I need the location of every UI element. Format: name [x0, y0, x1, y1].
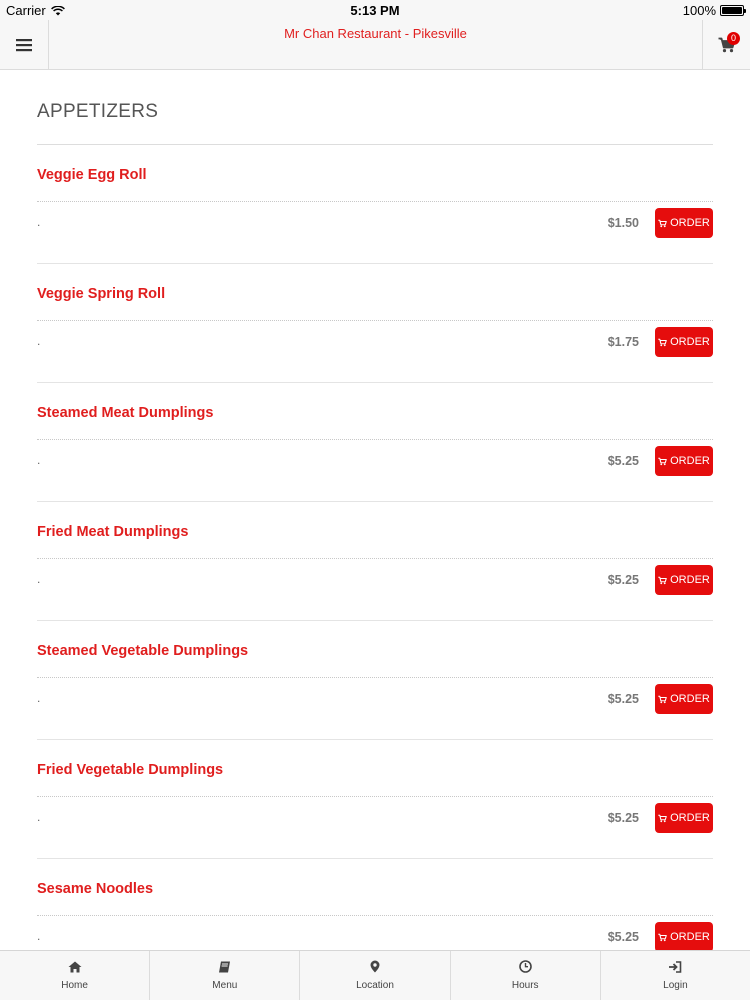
status-time: 5:13 PM — [350, 3, 400, 18]
order-button[interactable]: ORDER — [655, 803, 713, 833]
book-icon — [218, 961, 231, 976]
page-title: Mr Chan Restaurant - Pikesville — [284, 26, 467, 41]
nav-item-home[interactable]: Home — [0, 951, 151, 1000]
item-divider — [37, 677, 713, 678]
hamburger-menu-button[interactable] — [0, 20, 49, 69]
order-button[interactable]: ORDER — [655, 446, 713, 476]
menu-item: Fried Meat Dumplings . $5.25 ORDER — [37, 502, 713, 621]
menu-item: Fried Vegetable Dumplings . $5.25 ORDER — [37, 740, 713, 859]
cart-icon — [658, 338, 667, 346]
menu-item-name[interactable]: Steamed Vegetable Dumplings — [37, 643, 248, 659]
item-divider — [37, 558, 713, 559]
nav-item-menu[interactable]: Menu — [150, 951, 301, 1000]
order-button-label: ORDER — [670, 931, 710, 943]
menu-item: Steamed Vegetable Dumplings . $5.25 ORDE… — [37, 621, 713, 740]
menu-item-list: Veggie Egg Roll . $1.50 ORDER Veggie Spr… — [37, 145, 713, 978]
order-button-label: ORDER — [670, 455, 710, 467]
menu-item-name[interactable]: Veggie Spring Roll — [37, 286, 165, 302]
order-button-label: ORDER — [670, 812, 710, 824]
nav-item-label: Location — [356, 980, 394, 991]
menu-item-description: . — [37, 691, 41, 705]
menu-item-description: . — [37, 334, 41, 348]
nav-item-label: Hours — [511, 980, 539, 991]
sign-in-icon — [668, 960, 682, 976]
battery-icon — [720, 5, 746, 16]
order-button[interactable]: ORDER — [655, 565, 713, 595]
home-icon — [68, 961, 82, 976]
menu-item: Veggie Spring Roll . $1.75 ORDER — [37, 264, 713, 383]
nav-item-label: Login — [663, 979, 688, 991]
order-button-label: ORDER — [670, 217, 710, 229]
app-header: Mr Chan Restaurant - Pikesville 0 — [0, 20, 750, 70]
menu-item-price: $1.50 — [607, 216, 639, 230]
menu-item: Steamed Meat Dumplings . $5.25 ORDER — [37, 383, 713, 502]
order-button[interactable]: ORDER — [655, 327, 713, 357]
menu-item-price: $5.25 — [607, 573, 639, 587]
menu-item-name[interactable]: Fried Vegetable Dumplings — [37, 762, 223, 778]
menu-item-name[interactable]: Sesame Noodles — [37, 881, 153, 897]
status-bar: Carrier 5:13 PM 100% — [0, 0, 750, 20]
menu-item-price: $5.25 — [607, 692, 639, 706]
battery-fill — [722, 7, 742, 14]
cart-icon — [658, 695, 667, 703]
battery-info: 100% — [682, 3, 746, 18]
menu-item-description: . — [37, 810, 41, 824]
menu-item-description: . — [37, 453, 41, 467]
bottom-nav: Home Menu Location Hours Login — [0, 950, 750, 1000]
order-button-label: ORDER — [670, 574, 710, 586]
cart-button[interactable]: 0 — [702, 20, 750, 69]
menu-item-description: . — [37, 929, 41, 943]
cart-icon — [658, 576, 667, 584]
section-title: APPETIZERS — [37, 70, 713, 145]
item-divider — [37, 915, 713, 916]
menu-item-price: $1.75 — [607, 335, 639, 349]
map-pin-icon — [370, 960, 380, 976]
cart-icon — [658, 933, 667, 941]
order-button[interactable]: ORDER — [655, 684, 713, 714]
item-divider — [37, 201, 713, 202]
cart-icon — [658, 814, 667, 822]
menu-content: APPETIZERS Veggie Egg Roll . $1.50 ORDER… — [37, 70, 713, 978]
nav-item-location[interactable]: Location — [300, 951, 451, 1000]
order-button[interactable]: ORDER — [655, 208, 713, 238]
nav-item-label: Home — [61, 979, 88, 991]
hamburger-icon — [16, 38, 32, 51]
nav-item-login[interactable]: Login — [601, 951, 750, 1000]
menu-item-name[interactable]: Steamed Meat Dumplings — [37, 405, 213, 421]
cart-count-badge: 0 — [727, 32, 740, 45]
menu-item-description: . — [37, 572, 41, 586]
order-button-label: ORDER — [670, 693, 710, 705]
menu-item: Veggie Egg Roll . $1.50 ORDER — [37, 145, 713, 264]
menu-item-price: $5.25 — [607, 811, 639, 825]
menu-item-name[interactable]: Veggie Egg Roll — [37, 167, 147, 183]
nav-item-label: Menu — [212, 979, 238, 991]
order-button-label: ORDER — [670, 336, 710, 348]
item-divider — [37, 439, 713, 440]
order-button[interactable]: ORDER — [655, 922, 713, 952]
clock-icon — [518, 960, 532, 976]
menu-item-name[interactable]: Fried Meat Dumplings — [37, 524, 188, 540]
menu-item-price: $5.25 — [607, 454, 639, 468]
menu-item-description: . — [37, 215, 41, 229]
item-divider — [37, 320, 713, 321]
cart-icon — [658, 457, 667, 465]
cart-icon — [658, 219, 667, 227]
battery-percent: 100% — [682, 3, 716, 18]
item-divider — [37, 796, 713, 797]
menu-item-price: $5.25 — [607, 930, 639, 944]
nav-item-hours[interactable]: Hours — [451, 951, 601, 1000]
